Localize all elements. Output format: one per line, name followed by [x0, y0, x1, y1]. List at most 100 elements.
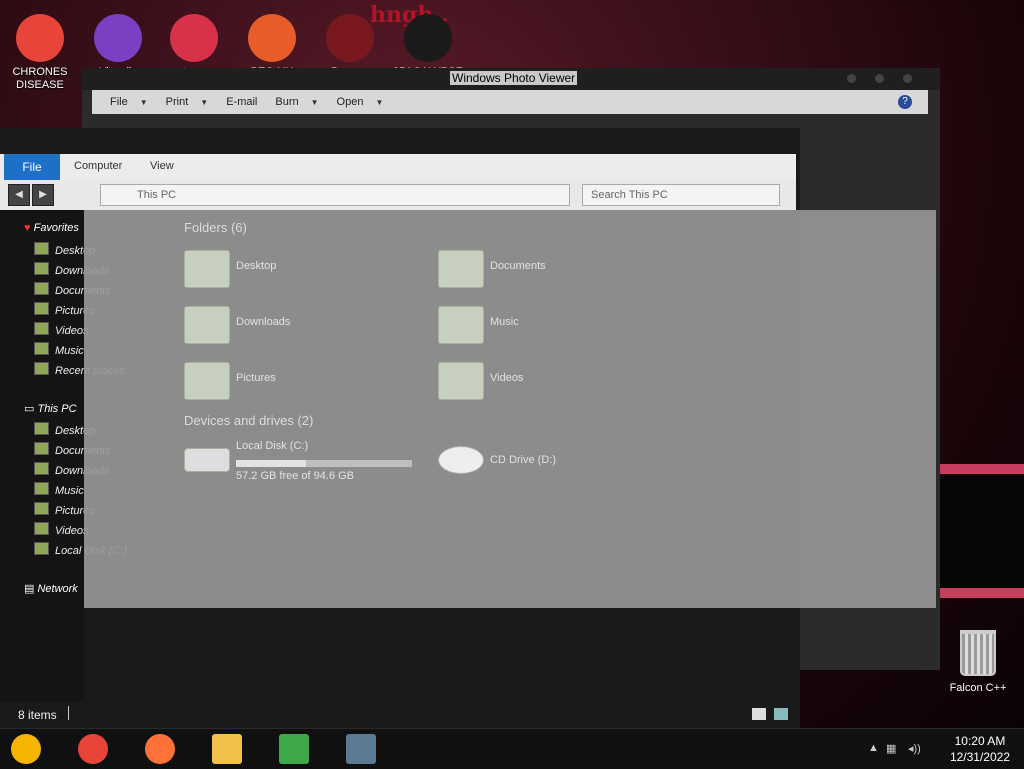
menu-open[interactable]: Open ▼ — [337, 96, 384, 108]
folder-icon — [34, 342, 49, 355]
taskbar-button[interactable] — [71, 733, 115, 765]
folder-label: Downloads — [236, 316, 291, 328]
folder-icon — [34, 302, 49, 315]
help-icon[interactable]: ? — [898, 95, 912, 109]
clock-time: 10:20 AM — [954, 734, 1006, 748]
tab-computer[interactable]: Computer — [74, 160, 122, 172]
details-view-icon[interactable] — [752, 708, 766, 720]
folder-icon — [34, 522, 49, 535]
chrome-canary-icon — [11, 734, 41, 764]
search-input[interactable]: Search This PC — [582, 184, 780, 206]
taskbar-button[interactable] — [339, 733, 383, 765]
status-divider — [68, 706, 69, 720]
menu-burn[interactable]: Burn ▼ — [275, 96, 318, 108]
taskbar-button[interactable] — [138, 733, 182, 765]
ribbon-file-tab[interactable]: File — [4, 154, 60, 180]
devices-header[interactable]: Devices and drives (2) — [184, 413, 313, 428]
taskbar-button[interactable] — [4, 733, 48, 765]
folder-item[interactable]: Desktop — [184, 250, 404, 290]
papers-please-icon — [326, 14, 374, 62]
nav-item-label: Music — [55, 345, 84, 357]
address-field[interactable]: This PC — [100, 184, 570, 206]
folder-label: Documents — [490, 260, 546, 272]
photo-viewer-menubar: File ▼ Print ▼ E-mail Burn ▼ Open ▼ ? — [92, 90, 928, 114]
nav-item[interactable]: Videos — [34, 522, 88, 537]
folder-item[interactable]: Music — [438, 306, 658, 346]
folder-icon — [34, 442, 49, 455]
folder-label: Videos — [490, 372, 524, 384]
nav-favorites-header[interactable]: ♥ Favorites — [24, 222, 79, 234]
folder-icon — [438, 362, 484, 400]
minimize-button[interactable] — [847, 74, 856, 83]
item-count: 8 items — [18, 708, 57, 722]
drive-c[interactable]: Local Disk (C:) 57.2 GB free of 94.6 GB — [184, 440, 424, 482]
show-hidden-icons-icon[interactable]: ▲ — [868, 742, 879, 754]
heart-icon: ♥ — [24, 222, 31, 234]
network-icon: ▤ — [24, 583, 35, 595]
network-icon[interactable]: ▦ — [886, 742, 896, 755]
drive-usage-fill — [236, 460, 307, 467]
close-button[interactable] — [903, 74, 912, 83]
clock-date: 12/31/2022 — [949, 750, 1010, 764]
nav-network[interactable]: ▤ Network — [24, 582, 78, 595]
recycle-bin[interactable]: Falcon C++ — [940, 630, 1016, 694]
folder-icon — [34, 282, 49, 295]
folder-icon — [34, 542, 49, 555]
folder-icon — [34, 502, 49, 515]
drive-name: Local Disk (C:) — [236, 440, 309, 452]
tab-view[interactable]: View — [150, 160, 174, 172]
maximize-button[interactable] — [875, 74, 884, 83]
menu-email[interactable]: E-mail — [226, 96, 257, 108]
folder-icon — [184, 306, 230, 344]
photo-viewer-title: Windows Photo Viewer — [450, 71, 578, 85]
taskbar-button[interactable] — [272, 733, 316, 765]
folder-icon — [438, 306, 484, 344]
folder-icon — [34, 362, 49, 375]
desktop-icon[interactable]: CHRONES DISEASE — [2, 8, 78, 92]
steven-universe-icon — [170, 14, 218, 62]
back-button[interactable]: ◀ — [8, 184, 30, 206]
caret-down-icon: ▼ — [139, 97, 148, 107]
chrome-icon — [78, 734, 108, 764]
folder-icon — [34, 322, 49, 335]
nav-item[interactable]: Music — [34, 482, 84, 497]
forward-button[interactable]: ▶ — [32, 184, 54, 206]
peggle-icon — [248, 14, 296, 62]
caret-down-icon: ▼ — [310, 97, 319, 107]
taskbar: ▲ ▦ ◂)) 10:20 AM 12/31/2022 — [0, 728, 1024, 769]
folder-label: Pictures — [236, 372, 276, 384]
firefox-icon — [145, 734, 175, 764]
folder-icon — [438, 250, 484, 288]
menu-file[interactable]: File ▼ — [110, 96, 148, 108]
large-icons-view-icon[interactable] — [774, 708, 788, 720]
menu-print[interactable]: Print ▼ — [166, 96, 209, 108]
folder-label: Music — [490, 316, 519, 328]
caret-down-icon: ▼ — [200, 97, 209, 107]
folders-header[interactable]: Folders (6) — [184, 220, 247, 235]
cmd-icon — [404, 14, 452, 62]
cd-drive-icon — [438, 446, 484, 474]
computer-icon: ▭ — [24, 403, 35, 415]
drive-d[interactable]: CD Drive (D:) — [438, 446, 658, 486]
desktop-icon-label: CHRONES DISEASE — [12, 66, 68, 91]
clock[interactable]: 10:20 AM 12/31/2022 — [950, 733, 1010, 765]
explorer-titlebar[interactable] — [0, 128, 800, 154]
folder-item[interactable]: Downloads — [184, 306, 404, 346]
folder-item[interactable]: Documents — [438, 250, 658, 290]
folder-icon — [34, 242, 49, 255]
folder-item[interactable]: Videos — [438, 362, 658, 402]
taskbar-button[interactable] — [205, 733, 249, 765]
nav-thispc-header[interactable]: ▭ This PC — [24, 402, 77, 415]
drive-usage-bar — [236, 460, 412, 467]
photo-viewer-titlebar[interactable]: Windows Photo Viewer — [82, 68, 940, 90]
folder-item[interactable]: Pictures — [184, 362, 404, 402]
explorer-address-bar: ◀ ▶ This PC Search This PC — [0, 180, 796, 210]
caret-down-icon: ▼ — [375, 97, 384, 107]
nav-item[interactable]: Music — [34, 342, 84, 357]
nav-item[interactable]: Videos — [34, 322, 88, 337]
recycle-bin-label: Falcon C++ — [949, 682, 1007, 694]
folder-icon — [184, 362, 230, 400]
drive-name: CD Drive (D:) — [490, 454, 556, 466]
photo-viewer-icon — [346, 734, 376, 764]
volume-icon[interactable]: ◂)) — [908, 742, 921, 755]
